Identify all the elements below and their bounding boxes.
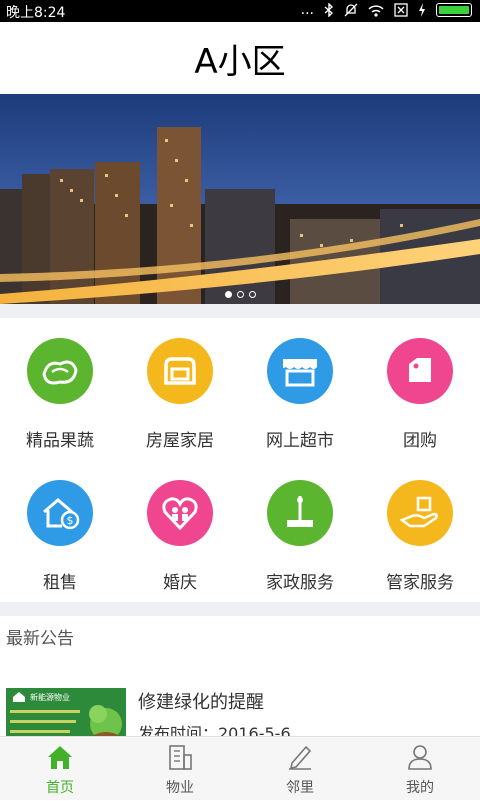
tab-mine[interactable]: 我的 (360, 737, 480, 801)
carousel-dot[interactable] (248, 291, 256, 298)
user-icon (408, 745, 432, 770)
service-label: 租售 (43, 573, 77, 593)
building-icon (169, 745, 192, 770)
tag-icon (387, 338, 453, 404)
sofa-icon (147, 338, 213, 404)
svg-text:$: $ (67, 514, 74, 527)
charging-icon (419, 3, 425, 17)
hand-box-icon (387, 480, 453, 546)
service-group-buy[interactable]: 团购 (360, 318, 480, 460)
wifi-icon (368, 4, 384, 17)
vegetables-icon (27, 338, 93, 404)
service-butler[interactable]: 管家服务 (360, 460, 480, 602)
carousel-dots (0, 291, 480, 298)
service-label: 网上超市 (266, 431, 334, 451)
service-grid: 精品果蔬 房屋家居 网上超市 团购 $ 租售 婚庆 家政服务 管家服务 (0, 318, 480, 602)
bottom-tab-bar: 首页 物业 邻里 我的 (0, 736, 480, 800)
tab-property[interactable]: 物业 (120, 737, 240, 801)
service-online-supermarket[interactable]: 网上超市 (240, 318, 360, 460)
service-label: 房屋家居 (146, 431, 214, 451)
notice-section-title: 最新公告 (6, 629, 74, 649)
service-vegetables[interactable]: 精品果蔬 (0, 318, 120, 460)
tab-label: 物业 (166, 780, 194, 796)
banner-carousel[interactable] (0, 94, 480, 304)
home-icon (48, 746, 72, 769)
status-bar: 晚上8:24 ... (0, 0, 480, 22)
bluetooth-icon (324, 3, 334, 17)
more-dots-icon: ... (300, 2, 314, 18)
service-wedding[interactable]: 婚庆 (120, 460, 240, 602)
page-title: A小区 (194, 41, 286, 82)
tab-neighbors[interactable]: 邻里 (240, 737, 360, 801)
status-icons: ... (301, 2, 472, 18)
service-label: 管家服务 (386, 573, 454, 593)
couple-heart-icon (147, 480, 213, 546)
pencil-icon (289, 745, 312, 770)
section-divider (0, 602, 480, 616)
mop-icon (267, 480, 333, 546)
house-money-icon: $ (27, 480, 93, 546)
section-divider (0, 304, 480, 318)
tab-home[interactable]: 首页 (0, 737, 120, 801)
no-sim-icon (394, 3, 408, 17)
notice-section: 最新公告 新能源物业 修建绿化的提醒 发布时间：2016-5-6 (0, 616, 480, 748)
carousel-dot[interactable] (236, 291, 244, 298)
status-time: 晚上8:24 (6, 5, 66, 21)
service-label: 家政服务 (266, 573, 334, 593)
notice-headline[interactable]: 修建绿化的提醒 (138, 688, 264, 714)
carousel-dot-active[interactable] (224, 291, 232, 298)
service-rent-sale[interactable]: $ 租售 (0, 460, 120, 602)
service-label: 婚庆 (163, 573, 197, 593)
service-home-furnishing[interactable]: 房屋家居 (120, 318, 240, 460)
city-night-image (0, 94, 480, 304)
tab-label: 我的 (406, 780, 434, 796)
app-header: A小区 (0, 22, 480, 94)
battery-icon (436, 3, 472, 17)
service-housekeeping[interactable]: 家政服务 (240, 460, 360, 602)
mute-bell-icon (344, 3, 358, 17)
service-label: 团购 (403, 431, 437, 451)
tab-label: 邻里 (286, 780, 314, 796)
store-icon (267, 338, 333, 404)
service-label: 精品果蔬 (26, 431, 94, 451)
tab-label: 首页 (46, 780, 74, 796)
